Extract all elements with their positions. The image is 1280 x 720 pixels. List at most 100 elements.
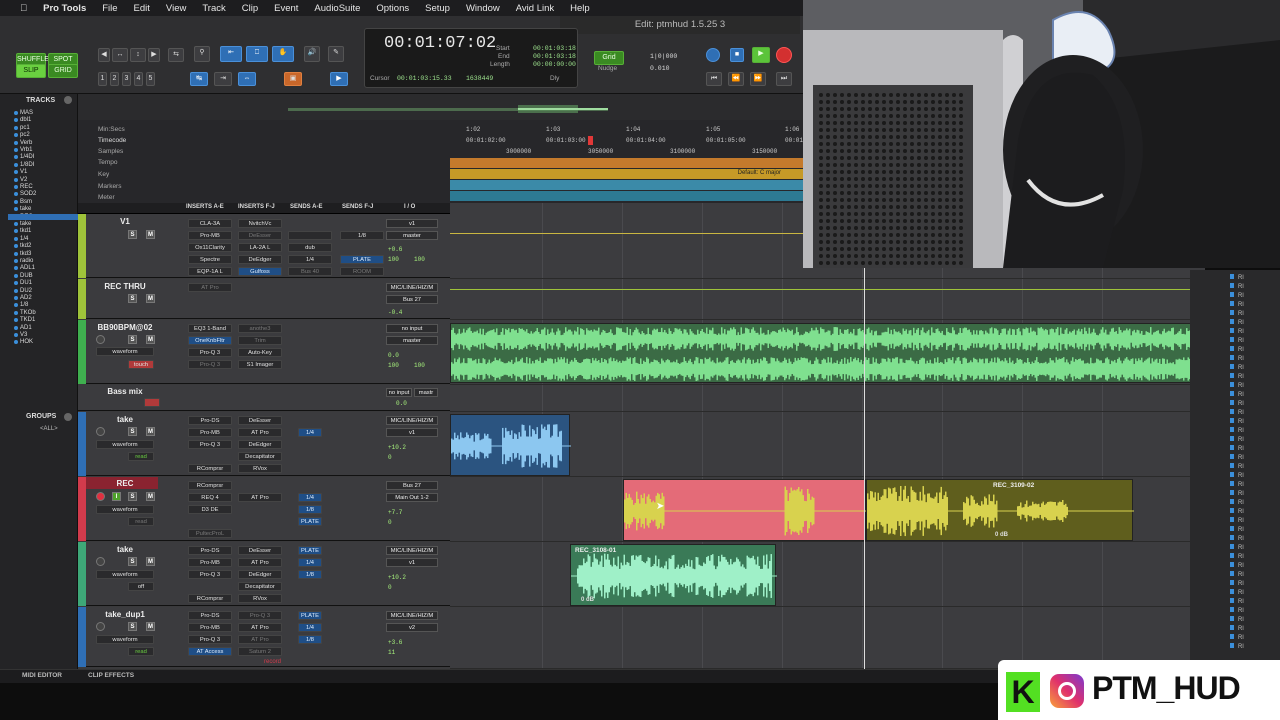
track-list-item[interactable]: Verb <box>20 140 32 147</box>
menu-options[interactable]: Options <box>368 3 417 14</box>
send-d-v1[interactable]: Bus 40 <box>288 267 332 276</box>
track-visibility-dot[interactable] <box>14 162 18 167</box>
volume-take[interactable]: +10.2 <box>388 444 406 451</box>
menu-app[interactable]: Pro Tools <box>35 3 94 14</box>
edit-timeline[interactable]: REC_3109-02 0 dB REC_3108-01 0 dB ➤ <box>450 203 1205 669</box>
grid-toggle-button[interactable]: Grid <box>594 51 624 65</box>
insert-h-take-2[interactable]: DeEdger <box>238 570 282 579</box>
pan-rec[interactable]: 0 <box>388 519 392 526</box>
track-name-v1[interactable]: V1 <box>92 217 158 226</box>
clip-gain-rec-a[interactable]: 0 dB <box>995 532 1008 538</box>
track-visibility-dot[interactable] <box>14 266 18 271</box>
track-visibility-dot[interactable] <box>14 333 18 337</box>
send-g-v1[interactable]: PLATE <box>340 255 384 264</box>
insert-f-take-dup[interactable]: Pro-Q 3 <box>238 611 282 620</box>
insert-g-beat[interactable]: Trim <box>238 336 282 345</box>
track-visibility-dot[interactable] <box>14 133 18 138</box>
record-arm-button[interactable] <box>96 622 105 631</box>
meter-ruler-bar[interactable] <box>450 191 805 201</box>
view-mode-rec[interactable]: waveform <box>96 505 154 514</box>
track-visibility-dot[interactable] <box>14 170 18 175</box>
send-a-v1[interactable] <box>288 231 332 240</box>
insert-e-take-2[interactable]: RComprsr <box>188 594 232 603</box>
zoom-preset-1[interactable]: 1 <box>98 72 107 86</box>
slip-mode-button[interactable]: SLIP <box>16 64 46 78</box>
insert-b-take-dup[interactable]: Pro-MB <box>188 623 232 632</box>
mute-button[interactable]: M <box>146 294 155 303</box>
insert-h-v1[interactable]: LA-2A L <box>238 243 282 252</box>
menu-setup[interactable]: Setup <box>417 3 458 14</box>
track-list-item[interactable]: HOK <box>20 339 33 346</box>
track-visibility-dot[interactable] <box>14 310 18 315</box>
track-visibility-dot[interactable] <box>14 288 18 293</box>
record-arm-button[interactable] <box>96 492 105 501</box>
output-select-take[interactable]: v1 <box>386 428 438 437</box>
send-c-v1[interactable]: 1/4 <box>288 255 332 264</box>
output-select-bass-mix[interactable]: mastr <box>414 388 438 397</box>
insert-i-take[interactable]: Decapitator <box>238 452 282 461</box>
send-c-take-2[interactable]: 1/8 <box>298 570 322 579</box>
send-b-take[interactable]: 1/4 <box>298 428 322 437</box>
zoom-toggle-icon[interactable]: ⇆ <box>168 48 184 62</box>
track-list-item[interactable]: 1/4 <box>20 236 28 243</box>
pan-beat[interactable]: 100 <box>388 362 399 369</box>
universe-overview[interactable] <box>78 94 805 120</box>
lane-bass-mix[interactable] <box>450 385 1205 412</box>
track-visibility-dot[interactable] <box>14 199 18 204</box>
track-visibility-dot[interactable] <box>14 259 18 263</box>
insert-g-take-dup[interactable]: AT Pro <box>238 623 282 632</box>
mute-button[interactable]: M <box>146 335 155 344</box>
insert-i-take-dup[interactable]: Saturn 2 <box>238 647 282 656</box>
track-name-take-2[interactable]: take <box>92 545 158 554</box>
track-visibility-dot[interactable] <box>14 236 18 241</box>
send-c-take-dup[interactable]: 1/8 <box>298 635 322 644</box>
play-icon[interactable]: ▶ <box>752 47 770 63</box>
menu-help[interactable]: Help <box>562 3 598 14</box>
send-a-take-2[interactable]: PLATE <box>298 546 322 555</box>
insert-b-v1[interactable]: Pro-MB <box>188 231 232 240</box>
menu-view[interactable]: View <box>158 3 194 14</box>
track-overview-strip[interactable]: Rl Rl Rl Rl Rl Rl Rl Rl Rl Rl Rl Rl Rl Rl Rl Rl Rl Rl Rl Rl… <box>1190 270 1280 660</box>
pan-take-2[interactable]: 0 <box>388 584 392 591</box>
menu-window[interactable]: Window <box>458 3 508 14</box>
send-b-v1[interactable]: dub <box>288 243 332 252</box>
volume-bass-mix[interactable]: 0.0 <box>396 400 407 407</box>
track-visibility-dot[interactable] <box>14 207 18 212</box>
playhead-marker-icon[interactable] <box>588 136 593 145</box>
track-list-item[interactable]: REC <box>20 184 33 191</box>
menu-edit[interactable]: Edit <box>126 3 158 14</box>
track-visibility-dot[interactable] <box>14 222 18 226</box>
solo-button[interactable]: S <box>128 294 137 303</box>
volume-beat[interactable]: 0.0 <box>388 352 399 359</box>
tempo-ruler-bar[interactable] <box>450 158 805 168</box>
automation-mode-take[interactable]: read <box>128 452 154 461</box>
track-list-item[interactable]: DU2 <box>20 288 32 295</box>
track-list-item[interactable]: Vrb1 <box>20 147 32 154</box>
midi-editor-tab[interactable]: MIDI EDITOR <box>22 672 62 679</box>
link-track-icon[interactable]: ⇔ <box>238 72 256 86</box>
automation-mode-take-dup[interactable]: read <box>128 647 154 656</box>
record-arm-button[interactable] <box>96 557 105 566</box>
track-list-item[interactable]: pc2 <box>20 132 30 139</box>
return-to-zero-icon[interactable]: ⏮ <box>706 72 722 86</box>
track-visibility-dot[interactable] <box>14 140 18 145</box>
insert-c-rec[interactable]: D3 DE <box>188 505 232 514</box>
input-select-bass-mix[interactable]: no input <box>386 388 412 397</box>
record-arm-button[interactable] <box>96 427 105 436</box>
track-name-bass-mix[interactable]: Bass mix <box>92 387 158 396</box>
track-list-item[interactable]: AD1 <box>20 325 32 332</box>
track-list-item[interactable]: ADL1 <box>20 265 35 272</box>
track-name-rec[interactable]: REC <box>92 479 158 488</box>
track-visibility-dot[interactable] <box>14 296 18 300</box>
insert-f-take[interactable]: DeEsser <box>238 416 282 425</box>
start-value[interactable]: 00:01:03:18 <box>533 45 576 52</box>
track-visibility-dot[interactable] <box>14 118 18 123</box>
solo-button[interactable]: S <box>128 335 137 344</box>
groups-all-item[interactable]: <ALL> <box>40 426 58 432</box>
insert-j-v1[interactable]: Gulfoss <box>238 267 282 276</box>
track-visibility-dot[interactable] <box>14 177 18 182</box>
insert-i-take-2[interactable]: Decapitator <box>238 582 282 591</box>
send-d-rec[interactable]: PLATE <box>298 517 322 526</box>
track-visibility-dot[interactable] <box>14 148 18 152</box>
send-h-v1[interactable]: ROOM <box>340 267 384 276</box>
